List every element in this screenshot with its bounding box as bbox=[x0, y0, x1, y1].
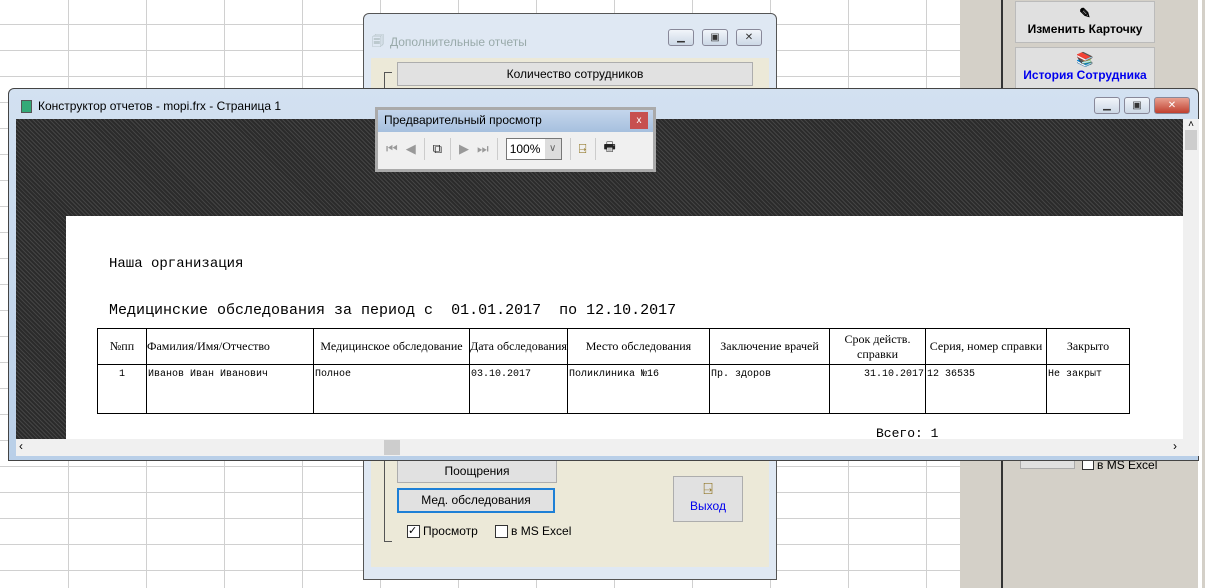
excel-checkbox[interactable]: в MS Excel bbox=[495, 524, 571, 538]
zoom-select[interactable]: 100% ∨ bbox=[505, 138, 562, 160]
copy-pages-icon[interactable]: ⧉ bbox=[433, 141, 442, 157]
close-button[interactable]: ✕ bbox=[736, 29, 762, 46]
edit-card-button[interactable]: ✎ Изменить Карточку bbox=[1015, 1, 1155, 43]
column-header: Место обследования bbox=[567, 328, 710, 365]
column-header: Фамилия/Имя/Отчество bbox=[146, 328, 314, 365]
printer-icon[interactable]: 🖶 bbox=[604, 138, 616, 160]
medical-exams-button[interactable]: Мед. обследования bbox=[397, 488, 555, 513]
employees-count-button[interactable]: Количество сотрудников bbox=[397, 62, 753, 86]
minimize-button[interactable]: ▁ bbox=[668, 29, 694, 46]
column-header: Заключение врачей bbox=[709, 328, 830, 365]
maximize-button[interactable]: ▣ bbox=[702, 29, 728, 46]
organization-name: Наша организация bbox=[109, 256, 244, 272]
edit-card-icon: ✎ bbox=[1079, 5, 1091, 21]
preview-checkbox[interactable]: ✓ Просмотр bbox=[407, 524, 478, 538]
preview-toolbar: Предварительный просмотр x ⏮ ◀ ⧉ ▶ ⏭ 100%… bbox=[375, 107, 656, 172]
column-header: Закрыто bbox=[1046, 328, 1130, 365]
horizontal-scrollbar[interactable]: ‹ › bbox=[16, 439, 1199, 456]
app-icon bbox=[21, 99, 32, 113]
dialog-title: Дополнительные отчеты bbox=[390, 35, 527, 49]
reports-icon: 🗐 bbox=[372, 33, 384, 48]
report-table: №пп Фамилия/Имя/Отчество Медицинское обс… bbox=[97, 328, 1130, 414]
minimize-button[interactable]: ▁ bbox=[1094, 97, 1120, 114]
close-button[interactable]: ✕ bbox=[1154, 97, 1190, 114]
toolbar-title: Предварительный просмотр bbox=[384, 113, 542, 127]
total: Всего: 1 bbox=[876, 426, 939, 439]
first-page-icon[interactable]: ⏮ bbox=[386, 141, 398, 157]
prev-page-icon[interactable]: ◀ bbox=[406, 141, 416, 157]
report-page: Наша организация Медицинские обследовани… bbox=[66, 216, 1183, 439]
maximize-button[interactable]: ▣ bbox=[1124, 97, 1150, 114]
exit-door-icon[interactable]: ⍈ bbox=[579, 141, 587, 157]
last-page-icon[interactable]: ⏭ bbox=[477, 141, 489, 157]
exit-door-icon: ⍈ bbox=[703, 481, 713, 498]
rewards-button[interactable]: Поощрения bbox=[397, 459, 557, 483]
vertical-scrollbar[interactable]: ˄ bbox=[1183, 119, 1199, 439]
column-header: Дата обследования bbox=[469, 328, 568, 365]
close-icon[interactable]: x bbox=[630, 112, 648, 129]
column-header: Срок действ. справки bbox=[829, 328, 926, 365]
column-header: Медицинское обследование bbox=[313, 328, 470, 365]
books-icon: 📚 bbox=[1076, 51, 1094, 67]
window-title: Конструктор отчетов - mopi.frx - Страниц… bbox=[38, 99, 281, 113]
next-page-icon[interactable]: ▶ bbox=[459, 141, 469, 157]
employee-history-button[interactable]: 📚 История Сотрудника bbox=[1015, 47, 1155, 89]
exit-button[interactable]: ⍈ Выход bbox=[673, 476, 743, 522]
column-header: №пп bbox=[97, 328, 147, 365]
table-row: 1 Иванов Иван Иванович Полное 03.10.2017… bbox=[97, 364, 1130, 414]
chevron-down-icon: ∨ bbox=[544, 139, 561, 159]
column-header: Серия, номер справки bbox=[925, 328, 1047, 365]
report-heading: Медицинские обследования за период с 01.0… bbox=[109, 302, 677, 319]
checkmark-icon: ✓ bbox=[407, 524, 420, 538]
